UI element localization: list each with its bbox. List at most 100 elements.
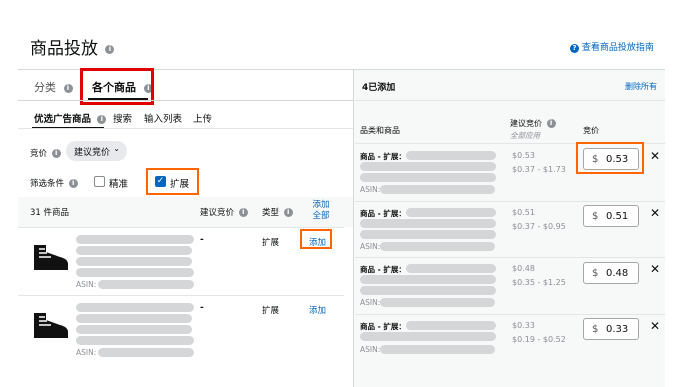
row-label: 商品 - 扩展： [360,265,406,274]
product-name-blur [76,336,194,345]
asin-label: ASIN: [360,298,381,307]
info-icon: i [51,149,61,158]
asin-blur [380,298,495,307]
bid-input[interactable]: $0.51 [583,205,639,227]
bid-label: 竞价 i [30,147,61,159]
col-suggested-bid: 建议竞价 i [510,118,556,129]
row-divider [355,201,665,202]
col-suggested-bid: 建议竞价 i [200,206,248,218]
row-divider [355,314,665,315]
asin-blur [380,345,495,354]
info-icon: i [546,119,556,128]
asin-blur [98,280,194,289]
question-icon: ? [570,44,579,53]
highlight-orange-box [576,142,644,174]
page-title: 商品投放 i [30,34,115,59]
suggested-bid: $0.53 [512,151,535,160]
info-icon: i [105,44,115,54]
bid-input[interactable]: $0.33 [583,318,639,340]
tab-category[interactable]: 分类 i [34,79,73,95]
tabs-divider [18,100,353,101]
product-name-blur [360,162,496,171]
remove-all-link[interactable]: 删除所有 [625,81,657,92]
type-value: 扩展 [262,238,280,248]
add-button[interactable]: 添加 [309,304,326,316]
suggested-bid-value: - [200,235,204,245]
product-name-blur [406,151,496,160]
add-all-link[interactable]: 添加全部 [309,200,333,222]
suggested-bid-value: - [200,303,204,313]
suggested-range: $0.35 - $1.25 [512,278,566,287]
product-name-blur [360,173,496,182]
remove-button[interactable]: ✕ [650,319,660,333]
subtabs-divider [18,128,353,129]
guide-link[interactable]: ? 查看商品投放指南 [570,40,654,53]
product-name-blur [76,246,192,255]
row-label: 商品 - 扩展： [360,209,406,218]
product-name-blur [360,219,496,228]
product-name-blur [360,286,496,295]
asin-blur [380,242,495,251]
asin-blur [98,348,194,357]
product-name-blur [76,268,194,277]
product-name-blur [76,303,194,312]
type-value: 扩展 [262,306,280,316]
suggested-range: $0.37 - $0.95 [512,222,566,231]
product-name-blur [76,257,192,266]
apply-all-link[interactable]: 全部应用 [510,130,540,141]
subtab-enter-list[interactable]: 输入列表 [144,111,182,125]
asin-label: ASIN: [76,280,97,289]
info-icon: i [63,83,73,93]
subtab-upload[interactable]: 上传 [193,111,212,125]
asin-blur [380,185,495,194]
remove-button[interactable]: ✕ [650,149,660,163]
remove-button[interactable]: ✕ [650,206,660,220]
row-divider [18,227,344,228]
product-name-blur [406,264,496,273]
info-icon: i [68,179,78,188]
row-divider [18,295,344,296]
product-name-blur [360,332,496,341]
row-divider [355,100,665,101]
product-name-blur [406,208,496,217]
exact-checkbox[interactable] [94,176,105,187]
exact-label: 精准 [109,179,129,190]
row-label: 商品 - 扩展： [360,322,406,331]
product-name-blur [76,314,192,323]
product-count: 31 件商品 [30,208,70,218]
product-name-blur [76,325,192,334]
suggested-bid: $0.48 [512,264,535,273]
highlight-orange-box [300,229,332,249]
asin-label: ASIN: [360,185,381,194]
boot-icon [34,313,68,338]
col-product: 品类和商品 [360,126,400,135]
suggested-range: $0.19 - $0.52 [512,335,566,344]
row-divider [355,257,665,258]
product-name-blur [406,321,496,330]
chevron-down-icon: ⌄ [113,144,120,153]
bid-dropdown[interactable]: 建议竞价 ⌄ [66,141,127,161]
boot-icon [34,245,68,270]
info-icon: i [238,208,248,217]
col-type: 类型 i [262,206,293,218]
product-name-blur [360,275,496,284]
suggested-range: $0.37 - $1.73 [512,165,566,174]
remove-button[interactable]: ✕ [650,262,660,276]
product-name-blur [76,235,194,244]
asin-label: ASIN: [360,345,381,354]
info-icon: i [283,208,293,217]
product-name-blur [360,230,496,239]
filter-label: 筛选条件 i [30,177,78,189]
added-count: 4已添加 [362,83,396,93]
info-icon: i [97,115,107,124]
suggested-bid: $0.51 [512,208,535,217]
asin-label: ASIN: [76,348,97,357]
row-label: 商品 - 扩展： [360,152,406,161]
asin-label: ASIN: [360,242,381,251]
subtab-search[interactable]: 搜索 [113,111,132,125]
highlight-orange-box [146,168,199,195]
subtab-suggested[interactable]: 优选广告商品 i [34,111,107,125]
col-bid: 竞价 [583,126,599,135]
suggested-bid: $0.33 [512,321,535,330]
bid-input[interactable]: $0.48 [583,262,639,284]
